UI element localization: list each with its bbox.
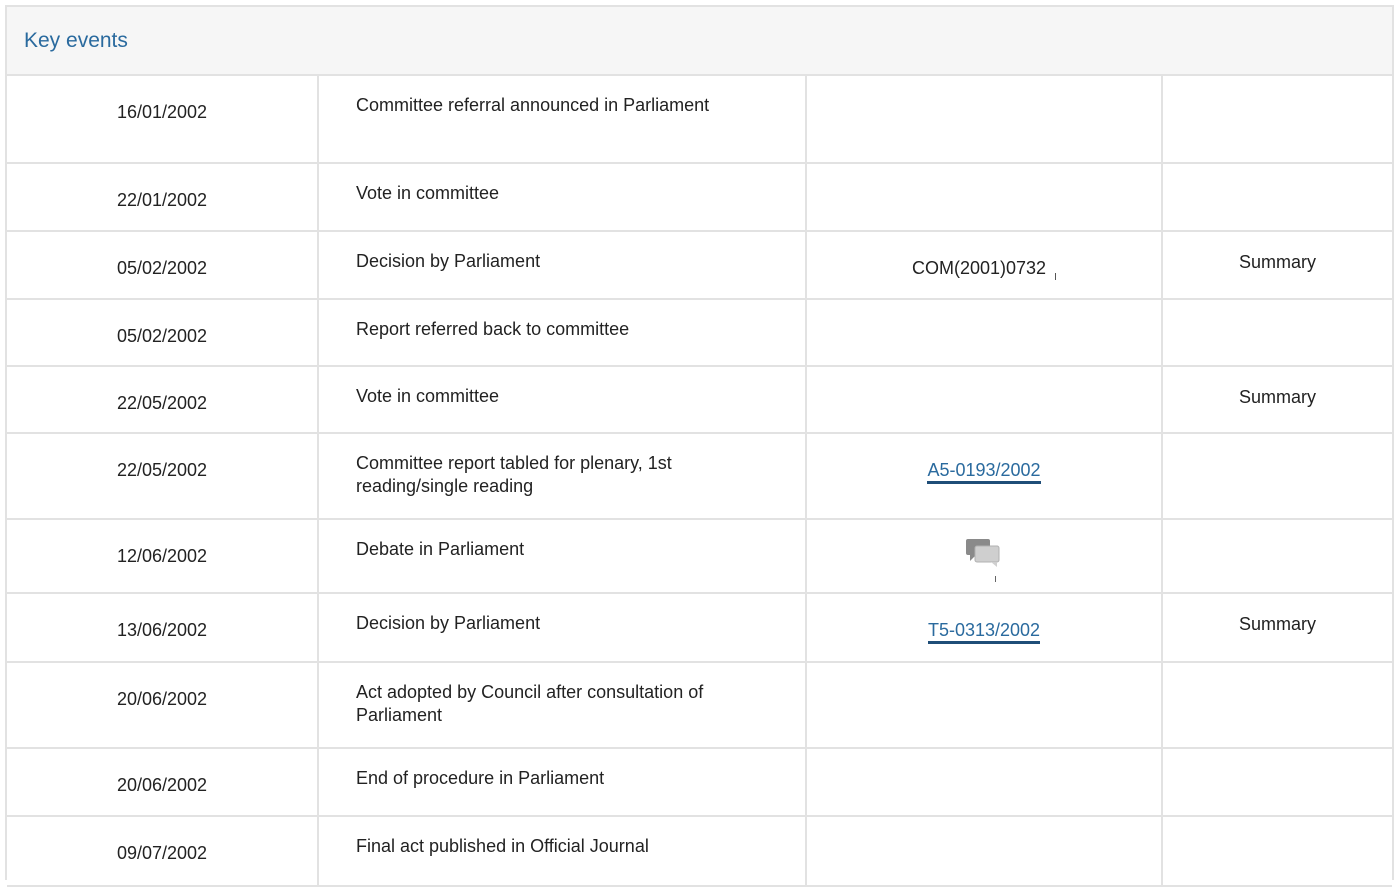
table-row: 20/06/2002 End of procedure in Parliamen… [7,748,1392,817]
event-date: 20/06/2002 [116,775,208,795]
event-document-cell [806,163,1163,232]
panel-header: Key events [7,7,1392,76]
table-row: 13/06/2002 Decision by Parliament T5-031… [7,593,1392,663]
event-summary-cell [1162,748,1392,817]
event-document-cell [806,816,1163,887]
document-link[interactable]: T5-0313/2002 [927,620,1041,644]
table-row: 22/05/2002 Committee report tabled for p… [7,433,1392,520]
tick-mark [995,576,996,582]
event-date: 05/02/2002 [116,258,208,278]
table-row: 20/06/2002 Act adopted by Council after … [7,662,1392,749]
event-date: 16/01/2002 [116,102,208,122]
event-date: 22/05/2002 [116,393,208,413]
event-date: 05/02/2002 [116,326,208,346]
event-summary-cell [1162,433,1392,520]
summary-link[interactable]: Summary [1163,594,1392,635]
event-date: 22/05/2002 [116,460,208,480]
table-row: 05/02/2002 Report referred back to commi… [7,299,1392,367]
event-date: 13/06/2002 [116,620,208,640]
event-summary-cell [1162,519,1392,594]
event-document-cell [806,748,1163,817]
event-summary-cell [1162,816,1392,887]
summary-link[interactable]: Summary [1163,367,1392,408]
event-description: End of procedure in Parliament [356,768,605,788]
event-date: 12/06/2002 [116,546,208,566]
summary-link[interactable]: Summary [1163,232,1392,273]
event-document-cell [806,662,1163,749]
event-date: 09/07/2002 [116,843,208,863]
event-summary-cell [1162,76,1392,164]
table-row: 12/06/2002 Debate in Parliament [7,519,1392,594]
event-document-cell [806,76,1163,164]
event-description: Decision by Parliament [356,251,541,271]
event-description: Committee report tabled for plenary, 1st… [356,453,672,496]
event-description: Final act published in Official Journal [356,836,649,856]
table-row: 09/07/2002 Final act published in Offici… [7,816,1392,887]
document-link[interactable]: A5-0193/2002 [927,460,1041,484]
event-description: Debate in Parliament [356,539,525,559]
event-summary-cell [1162,163,1392,232]
event-date: 22/01/2002 [116,190,208,210]
event-description: Act adopted by Council after consultatio… [356,682,704,725]
table-row: 22/05/2002 Vote in committee Summary [7,366,1392,434]
event-summary-cell [1162,299,1392,367]
table-row: 22/01/2002 Vote in committee [7,163,1392,232]
event-description: Vote in committee [356,386,500,406]
event-document-cell [806,299,1163,367]
tick-mark [1055,273,1057,280]
event-summary-cell [1162,662,1392,749]
event-date: 20/06/2002 [116,689,208,709]
key-events-table: 16/01/2002 Committee referral announced … [7,76,1392,887]
event-description: Committee referral announced in Parliame… [356,95,710,115]
document-reference: COM(2001)0732 [911,258,1047,278]
debate-icon[interactable] [964,537,1004,569]
table-row: 05/02/2002 Decision by Parliament COM(20… [7,231,1392,300]
event-description: Decision by Parliament [356,613,541,633]
panel-title: Key events [24,28,128,52]
key-events-panel: Key events 16/01/2002 Committee referral… [5,5,1394,887]
table-row: 16/01/2002 Committee referral announced … [7,76,1392,164]
event-document-cell [806,366,1163,434]
event-description: Report referred back to committee [356,319,630,339]
event-description: Vote in committee [356,183,500,203]
